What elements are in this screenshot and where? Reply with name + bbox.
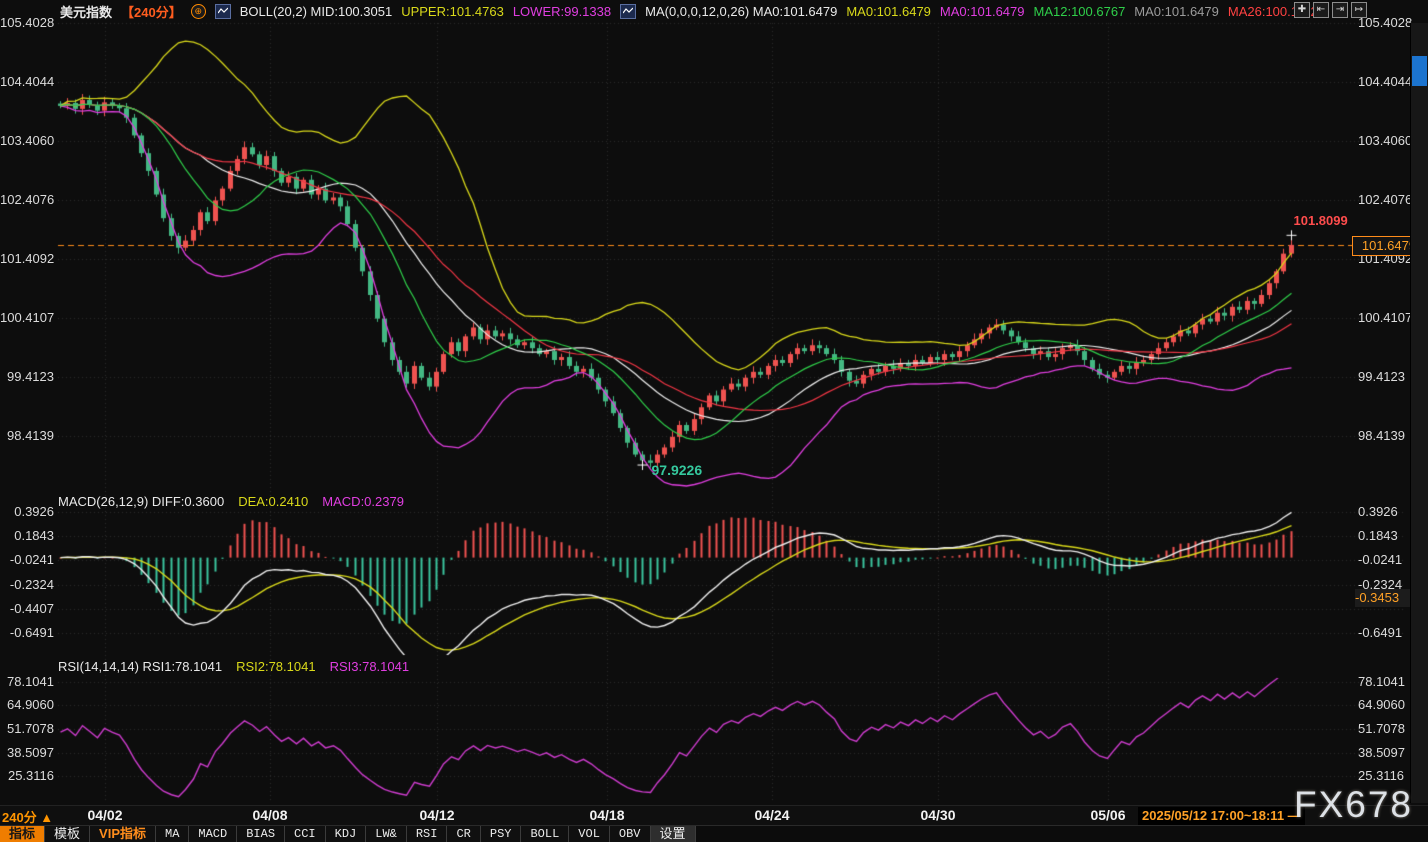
header-item: MA0:101.6479 <box>1134 4 1219 19</box>
axis-label: 25.3116 <box>0 768 54 784</box>
axis-label: 98.4139 <box>0 428 54 444</box>
toolbar-button-LW&[interactable]: LW& <box>366 826 407 842</box>
axis-label: 104.4044 <box>1358 74 1408 90</box>
chart-chip-icon <box>620 4 636 19</box>
header-item: MA12:100.6767 <box>1034 4 1126 19</box>
axis-label: 99.4123 <box>0 369 54 385</box>
toolbar-button-VOL[interactable]: VOL <box>569 826 610 842</box>
axis-label: 102.4076 <box>0 192 54 208</box>
toolbar-button-MA[interactable]: MA <box>156 826 189 842</box>
axis-label: 38.5097 <box>1358 745 1408 761</box>
axis-label: 78.1041 <box>0 674 54 690</box>
chart-canvas[interactable] <box>0 0 1428 842</box>
macd-header-item: MACD(26,12,9) DIFF:0.3600 <box>58 494 224 511</box>
axis-label: -0.6491 <box>1358 625 1408 641</box>
date-label: 05/06 <box>1073 807 1143 823</box>
date-label: 04/02 <box>70 807 140 823</box>
date-label: 04/18 <box>572 807 642 823</box>
axis-label: 103.4060 <box>0 133 54 149</box>
axis-label: 98.4139 <box>1358 428 1408 444</box>
toolbar-button-MACD[interactable]: MACD <box>189 826 237 842</box>
axis-label: -0.6491 <box>0 625 54 641</box>
axis-label: 0.3926 <box>1358 504 1408 520</box>
axis-label: -0.0241 <box>0 552 54 568</box>
indicator-toolbar: 指标模板VIP指标MAMACDBIASCCIKDJLW&RSICRPSYBOLL… <box>0 825 1428 842</box>
macd-header-item: MACD:0.2379 <box>322 494 404 511</box>
scrollbar-thumb[interactable] <box>1412 56 1427 86</box>
header-item: MA0:101.6479 <box>940 4 1025 19</box>
rsi-header-item: RSI2:78.1041 <box>236 659 316 676</box>
macd-crosshair-value: -0.3453 <box>1355 589 1411 607</box>
axis-label: 25.3116 <box>1358 768 1408 784</box>
low-annotation: 97.9226 <box>652 462 703 478</box>
toolbar-button-RSI[interactable]: RSI <box>407 826 448 842</box>
axis-label: 99.4123 <box>1358 369 1408 385</box>
axis-label: -0.4407 <box>0 601 54 617</box>
axis-label: 100.4107 <box>1358 310 1408 326</box>
axis-label: -0.2324 <box>0 577 54 593</box>
toolbar-button-CCI[interactable]: CCI <box>285 826 326 842</box>
toolbar-button-CR[interactable]: CR <box>447 826 480 842</box>
scale-right-icon[interactable]: ⇥ <box>1332 2 1348 18</box>
pan-icon[interactable]: ✚ <box>1294 2 1310 18</box>
axis-label: 64.9060 <box>0 697 54 713</box>
date-label: 04/08 <box>235 807 305 823</box>
period-label[interactable]: 240分 ▲ <box>2 807 53 826</box>
axis-label: 101.4092 <box>0 251 54 267</box>
toolbar-button-模板[interactable]: 模板 <box>45 826 90 842</box>
chart-tool-icons: ✚⇤⇥↦ <box>1294 2 1367 18</box>
axis-label: 38.5097 <box>0 745 54 761</box>
date-label: 04/12 <box>402 807 472 823</box>
vertical-scrollbar[interactable] <box>1410 23 1428 803</box>
trading-terminal: 美元指数【240分】 ⊕ BOLL(20,2) MID:100.3051 UPPER:… <box>0 0 1428 842</box>
indicator-header-bar: 美元指数【240分】 ⊕ BOLL(20,2) MID:100.3051 UPPER:… <box>0 0 1340 22</box>
rsi-header: RSI(14,14,14) RSI1:78.1041 RSI2:78.1041 RS… <box>58 659 409 676</box>
axis-label: 0.3926 <box>0 504 54 520</box>
axis-label: 104.4044 <box>0 74 54 90</box>
date-label: 04/24 <box>737 807 807 823</box>
date-label: 04/30 <box>903 807 973 823</box>
header-item: UPPER:101.4763 <box>401 4 504 19</box>
high-annotation: 101.8099 <box>1294 213 1348 228</box>
alert-icon[interactable]: ⊕ <box>191 4 206 19</box>
axis-label: 102.4076 <box>1358 192 1408 208</box>
axis-label: 51.7078 <box>0 721 54 737</box>
toolbar-button-PSY[interactable]: PSY <box>481 826 522 842</box>
macd-header: MACD(26,12,9) DIFF:0.3600 DEA:0.2410 MACD:… <box>58 494 404 511</box>
toolbar-button-指标[interactable]: 指标 <box>0 826 45 842</box>
header-item: 美元指数 <box>60 2 112 21</box>
header-item: BOLL(20,2) MID:100.3051 <box>240 4 392 19</box>
axis-label: 105.4028 <box>0 15 54 31</box>
axis-label: 103.4060 <box>1358 133 1408 149</box>
macd-header-item: DEA:0.2410 <box>238 494 308 511</box>
axis-label: 100.4107 <box>0 310 54 326</box>
axis-label: -0.0241 <box>1358 552 1408 568</box>
toolbar-button-BIAS[interactable]: BIAS <box>237 826 285 842</box>
rsi-header-item: RSI3:78.1041 <box>330 659 410 676</box>
toolbar-button-VIP指标[interactable]: VIP指标 <box>90 826 156 842</box>
axis-label: 64.9060 <box>1358 697 1408 713</box>
axis-label: 0.1843 <box>0 528 54 544</box>
toolbar-button-设置[interactable]: 设置 <box>651 826 696 842</box>
header-item: LOWER:99.1338 <box>513 4 611 19</box>
scale-left-icon[interactable]: ⇤ <box>1313 2 1329 18</box>
rsi-header-item: RSI(14,14,14) RSI1:78.1041 <box>58 659 222 676</box>
toolbar-button-KDJ[interactable]: KDJ <box>326 826 367 842</box>
header-item: MA(0,0,0,12,0,26) MA0:101.6479 <box>645 4 837 19</box>
chart-chip-icon <box>215 4 231 19</box>
fx678-watermark: FX678 <box>1294 784 1413 826</box>
toolbar-button-BOLL[interactable]: BOLL <box>521 826 569 842</box>
axis-label: 0.1843 <box>1358 528 1408 544</box>
header-item: 【240分】 <box>121 2 182 21</box>
toolbar-button-OBV[interactable]: OBV <box>610 826 651 842</box>
date-axis-row: 240分 ▲ 04/02 04/08 04/12 04/18 04/24 04/30 05/… <box>0 805 1428 826</box>
axis-label: 78.1041 <box>1358 674 1408 690</box>
exit-icon[interactable]: ↦ <box>1351 2 1367 18</box>
header-item: MA0:101.6479 <box>846 4 931 19</box>
axis-label: 51.7078 <box>1358 721 1408 737</box>
bar-time-range: 2025/05/12 17:00~18:11 — <box>1138 807 1305 825</box>
